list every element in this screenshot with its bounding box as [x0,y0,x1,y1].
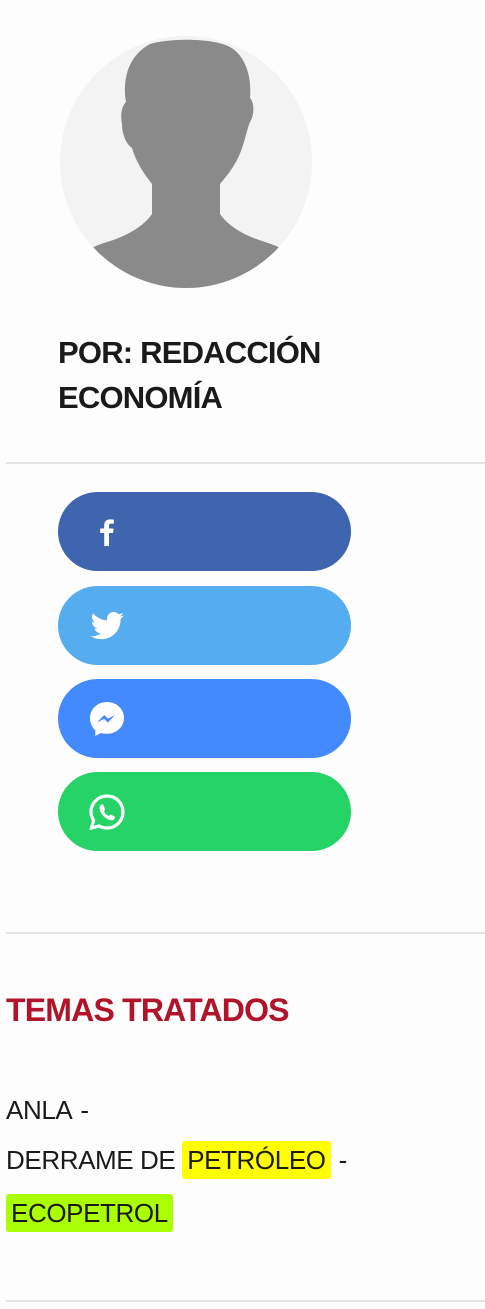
topic-tag-petroleo[interactable]: PETRÓLEO [182,1141,331,1179]
messenger-icon [86,698,128,740]
messenger-share-button[interactable] [58,679,351,758]
topic-tag-anla[interactable]: ANLA [6,1095,73,1125]
topics-line: ANLA - [6,1090,97,1130]
divider [6,462,485,464]
topic-separator: - [338,1145,348,1175]
author-avatar [60,36,312,288]
whatsapp-share-button[interactable] [58,772,351,851]
facebook-icon [86,511,128,553]
divider [6,1300,485,1302]
facebook-share-button[interactable] [58,492,351,571]
twitter-share-button[interactable] [58,586,351,665]
topics-line: ECOPETROL [6,1193,173,1233]
person-silhouette-icon [60,39,312,288]
author-name-line2: ECONOMÍA [58,380,223,415]
divider [6,932,485,934]
twitter-icon [86,605,128,647]
author-name-line1: POR: REDACCIÓN [58,335,321,370]
topics-line: DERRAME DE PETRÓLEO - [6,1140,355,1180]
topic-separator: - [80,1095,89,1125]
author-name: POR: REDACCIÓN ECONOMÍA [58,330,388,420]
topics-title: TEMAS TRATADOS [6,992,290,1028]
topic-tag-derrame[interactable]: DERRAME DE [6,1145,182,1175]
topic-tag-ecopetrol[interactable]: ECOPETROL [6,1194,173,1232]
whatsapp-icon [86,791,128,833]
